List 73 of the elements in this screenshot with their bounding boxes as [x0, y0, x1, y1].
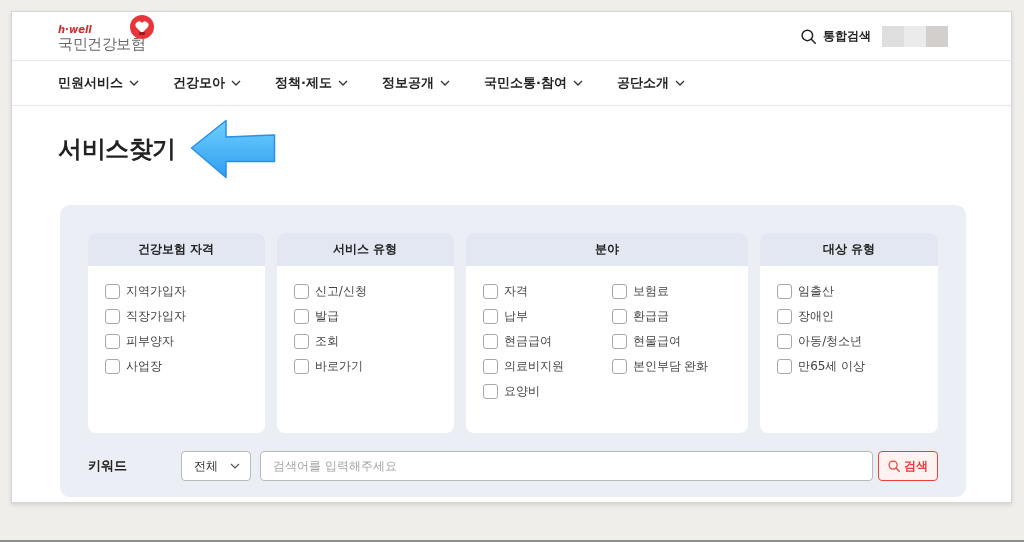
option-label[interactable]: 납부 [503, 307, 528, 325]
checkbox[interactable] [482, 308, 498, 324]
checkbox[interactable] [105, 308, 120, 324]
option-label[interactable]: 의료비지원 [503, 357, 564, 375]
checkbox[interactable] [105, 333, 120, 349]
nav-menu-item[interactable]: 민원서비스 [58, 74, 139, 92]
search-link[interactable]: 통합검색 [801, 27, 871, 45]
chevron-down-icon [439, 80, 450, 86]
option-label[interactable]: 조회 [314, 332, 339, 350]
chevron-down-icon [337, 80, 348, 86]
option-label[interactable]: 바로가기 [314, 357, 363, 375]
checkbox[interactable] [105, 283, 120, 299]
chevron-down-icon [129, 80, 139, 86]
option-label[interactable]: 자격 [503, 282, 528, 300]
left-arrow-icon [189, 119, 276, 179]
option-label[interactable]: 본인부담 완화 [632, 357, 709, 375]
checkbox[interactable] [611, 358, 627, 374]
redacted-block [882, 25, 904, 47]
checkbox[interactable] [293, 308, 309, 324]
nav-menu-item[interactable]: 정보공개 [381, 74, 450, 92]
checkbox[interactable] [482, 383, 498, 399]
checkbox[interactable] [611, 308, 627, 324]
option-label[interactable]: 임출산 [798, 282, 835, 300]
checkbox[interactable] [777, 308, 793, 324]
option-label[interactable]: 직장가입자 [126, 307, 186, 325]
page-title: 서비스찾기 [58, 134, 176, 165]
option-label[interactable]: 사업장 [126, 357, 162, 375]
card-title: 대상 유형 [760, 233, 938, 266]
redacted-block [904, 25, 926, 47]
checkbox[interactable] [482, 333, 498, 349]
logo-tagline[interactable]: h·well [58, 24, 92, 35]
logo-name[interactable]: 국민건강보험 [58, 36, 145, 52]
nav-menu-item[interactable]: 건강모아 [173, 74, 241, 92]
option-label[interactable]: 피부양자 [126, 332, 174, 350]
card-title: 건강보험 자격 [88, 233, 265, 266]
chevron-down-icon [674, 80, 685, 86]
nav-menu-item[interactable]: 공단소개 [616, 74, 685, 92]
option-label[interactable]: 장애인 [798, 307, 835, 325]
checkbox[interactable] [293, 358, 309, 374]
chevron-down-icon [231, 80, 241, 86]
search-icon [801, 28, 816, 44]
option-label[interactable]: 현물급여 [632, 332, 681, 350]
checkbox[interactable] [777, 358, 793, 374]
option-label[interactable]: 현금급여 [503, 332, 552, 350]
keyword-label: 키워드 [88, 457, 128, 475]
option-label[interactable]: 아동/청소년 [798, 332, 863, 350]
keyword-input[interactable]: 검색어를 입력해주세요 [260, 451, 873, 481]
search-icon [888, 460, 900, 472]
redacted-block [926, 25, 948, 47]
option-label[interactable]: 신고/신청 [314, 282, 367, 300]
card-title: 분야 [465, 233, 749, 266]
checkbox[interactable] [293, 283, 309, 299]
checkbox[interactable] [293, 333, 309, 349]
checkbox[interactable] [105, 358, 120, 374]
nav-menu-item[interactable]: 정책·제도 [275, 74, 348, 92]
chevron-down-icon [572, 80, 583, 86]
option-label[interactable]: 보험료 [632, 282, 669, 300]
option-label[interactable]: 환급금 [632, 307, 669, 325]
scope-dropdown[interactable]: 전체 [181, 451, 251, 481]
checkbox[interactable] [777, 333, 793, 349]
option-label[interactable]: 요양비 [503, 382, 540, 400]
chevron-down-icon [230, 463, 240, 469]
checkbox[interactable] [482, 283, 498, 299]
checkbox[interactable] [611, 333, 627, 349]
checkbox[interactable] [777, 283, 793, 299]
search-button[interactable]: 검색 [878, 451, 938, 481]
card-title: 서비스 유형 [276, 233, 454, 266]
checkbox[interactable] [611, 283, 627, 299]
checkbox[interactable] [482, 358, 498, 374]
nav-menu-item[interactable]: 국민소통·참여 [483, 74, 583, 92]
option-label[interactable]: 만65세 이상 [798, 357, 866, 375]
option-label[interactable]: 발급 [314, 307, 339, 325]
option-label[interactable]: 지역가입자 [126, 282, 186, 300]
